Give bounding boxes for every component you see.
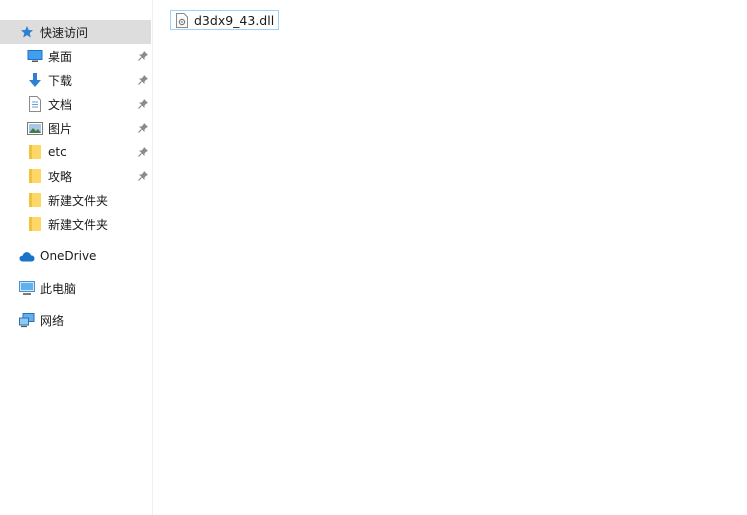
folder-icon [26,191,44,209]
desktop-icon [26,47,44,65]
nav-label: 快速访问 [40,25,89,40]
file-item[interactable]: d3dx9_43.dll [170,10,280,30]
star-icon [18,23,36,41]
dll-file-icon [174,12,190,28]
nav-quick-access[interactable]: 快速访问 [0,20,151,44]
pin-icon[interactable] [137,74,149,86]
file-list-pane[interactable]: d3dx9_43.dll [153,0,747,515]
pin-icon[interactable] [137,146,149,158]
nav-label: 图片 [48,121,73,136]
nav-onedrive[interactable]: OneDrive [0,244,151,268]
nav-item-documents[interactable]: 文档 [0,92,151,116]
nav-label: 网络 [40,313,65,328]
nav-item-new-folder[interactable]: 新建文件夹 [0,188,151,212]
nav-item-downloads[interactable]: 下载 [0,68,151,92]
nav-this-pc[interactable]: 此电脑 [0,276,151,300]
navigation-pane[interactable]: 快速访问 桌面 下载 文档 图片 etc 攻略 新建文件夹 新建文件夹 OneD… [0,0,153,515]
pin-icon[interactable] [137,98,149,110]
nav-label: 下载 [48,73,73,88]
folder-icon [26,215,44,233]
pin-icon[interactable] [137,170,149,182]
nav-label: 攻略 [48,169,73,184]
nav-item-etc[interactable]: etc [0,140,151,164]
pin-icon[interactable] [137,50,149,62]
nav-network[interactable]: 网络 [0,308,151,332]
computer-icon [18,279,36,297]
nav-label: 桌面 [48,49,73,64]
nav-item-guide[interactable]: 攻略 [0,164,151,188]
pictures-icon [26,119,44,137]
download-icon [26,71,44,89]
nav-label: OneDrive [40,249,97,263]
nav-item-new-folder[interactable]: 新建文件夹 [0,212,151,236]
nav-label: 此电脑 [40,281,77,296]
nav-item-pictures[interactable]: 图片 [0,116,151,140]
cloud-icon [18,247,36,265]
nav-label: 文档 [48,97,73,112]
file-name: d3dx9_43.dll [194,12,275,28]
folder-icon [26,167,44,185]
nav-label: etc [48,145,67,159]
folder-icon [26,143,44,161]
nav-label: 新建文件夹 [48,217,109,232]
nav-item-desktop[interactable]: 桌面 [0,44,151,68]
pin-icon[interactable] [137,122,149,134]
document-icon [26,95,44,113]
network-icon [18,311,36,329]
nav-label: 新建文件夹 [48,193,109,208]
